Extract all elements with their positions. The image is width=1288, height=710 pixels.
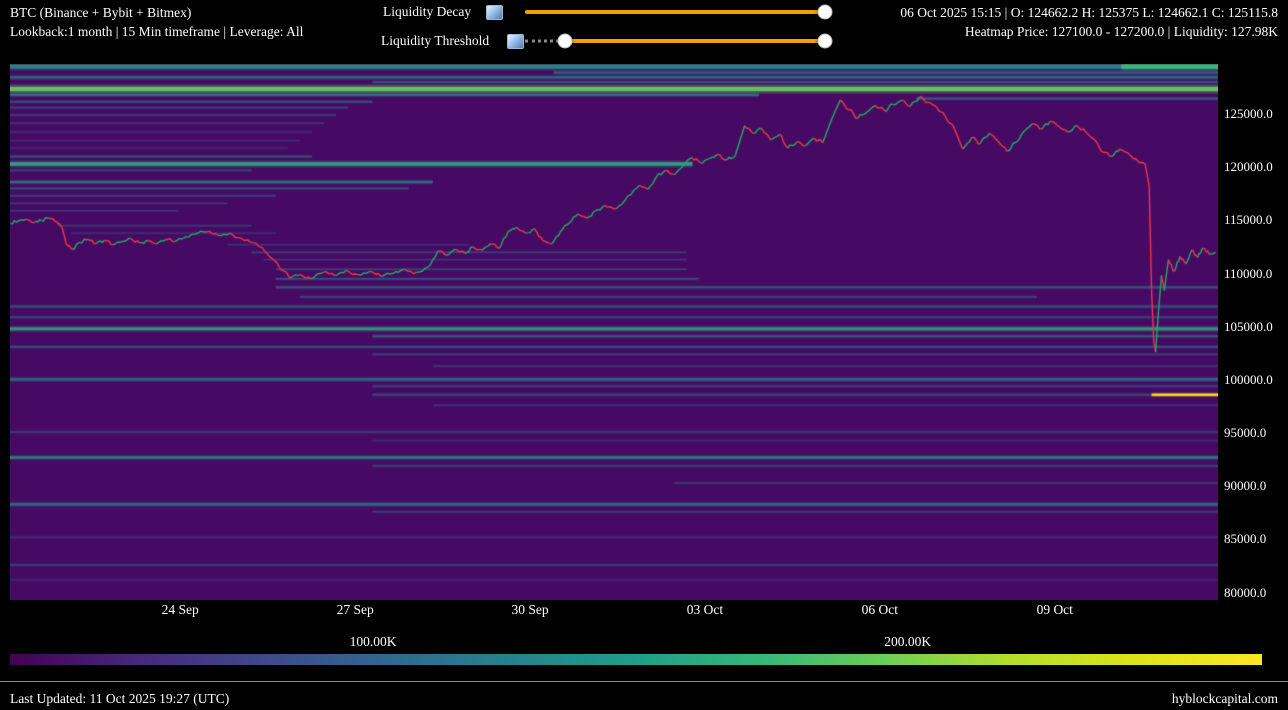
decay-slider-track[interactable]: [525, 10, 825, 14]
liquidity-decay-slider[interactable]: [525, 4, 825, 19]
x-axis-label: 24 Sep: [162, 602, 199, 618]
colorbar-gradient: [10, 654, 1262, 665]
liquidity-threshold-icon[interactable]: [507, 34, 524, 49]
x-axis-label: 03 Oct: [687, 602, 723, 618]
threshold-slider-low-handle[interactable]: [557, 33, 572, 48]
y-axis-label: 115000.0: [1224, 212, 1272, 228]
threshold-slider-high-handle[interactable]: [818, 33, 833, 48]
y-axis-label: 110000.0: [1224, 266, 1272, 282]
x-axis-label: 06 Oct: [862, 602, 898, 618]
last-updated-text: Last Updated: 11 Oct 2025 19:27 (UTC): [10, 691, 229, 707]
liquidity-threshold-slider[interactable]: [525, 33, 825, 48]
y-axis-label: 80000.0: [1224, 585, 1266, 601]
colorbar-label: 200.00K: [884, 634, 931, 650]
y-axis-label: 120000.0: [1224, 159, 1273, 175]
site-link[interactable]: hyblockcapital.com: [1172, 691, 1278, 707]
threshold-slider-track[interactable]: [565, 39, 825, 43]
app-root: BTC (Binance + Bybit + Bitmex) Lookback:…: [0, 0, 1288, 710]
liquidity-decay-label: Liquidity Decay: [383, 4, 471, 20]
x-axis-label: 27 Sep: [337, 602, 374, 618]
y-axis-label: 125000.0: [1224, 106, 1273, 122]
heatmap-canvas[interactable]: [10, 64, 1218, 600]
settings-line: Lookback:1 month | 15 Min timeframe | Le…: [10, 24, 303, 40]
ohlc-readout: 06 Oct 2025 15:15 | O: 124662.2 H: 12537…: [900, 5, 1278, 21]
y-axis-label: 95000.0: [1224, 425, 1266, 441]
decay-slider-handle[interactable]: [818, 4, 833, 19]
liquidity-decay-icon[interactable]: [486, 5, 503, 20]
y-axis-label: 85000.0: [1224, 531, 1266, 547]
y-axis-label: 90000.0: [1224, 478, 1266, 494]
heatmap-price-readout: Heatmap Price: 127100.0 - 127200.0 | Liq…: [965, 24, 1278, 40]
liquidity-threshold-label: Liquidity Threshold: [381, 33, 489, 49]
x-axis-label: 09 Oct: [1037, 602, 1073, 618]
x-axis-label: 30 Sep: [511, 602, 548, 618]
symbol-title: BTC (Binance + Bybit + Bitmex): [10, 5, 191, 21]
colorbar-label: 100.00K: [350, 634, 397, 650]
footer-divider: [0, 681, 1288, 682]
y-axis-label: 100000.0: [1224, 372, 1273, 388]
y-axis-label: 105000.0: [1224, 319, 1273, 335]
